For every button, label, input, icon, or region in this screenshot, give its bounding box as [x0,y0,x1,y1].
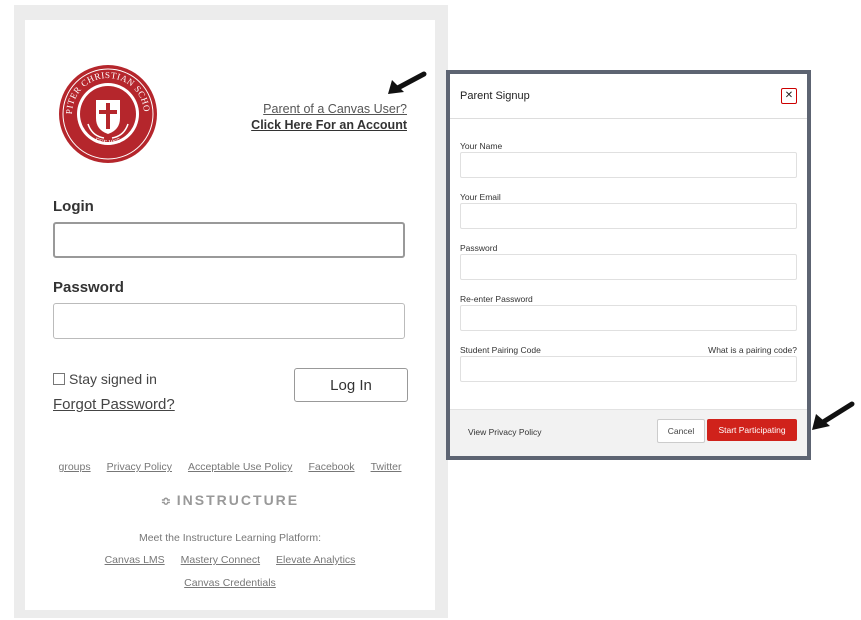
school-seal-icon: JUPITER CHRISTIAN SCHOOL EST 1965 [58,64,157,163]
instructure-icon: ≎ [160,494,171,508]
login-label: Login [53,198,94,215]
modal-footer: View Privacy Policy Cancel Start Partici… [450,409,807,456]
pairing-code-input[interactable] [460,356,797,382]
pairing-code-label: Student Pairing Code [460,345,541,355]
footer-link-acceptable-use[interactable]: Acceptable Use Policy [188,461,292,473]
start-participating-button[interactable]: Start Participating [707,419,797,441]
forgot-password-link[interactable]: Forgot Password? [53,396,175,413]
pointer-arrow-icon [388,71,427,94]
stay-signed-in[interactable]: Stay signed in [53,371,157,387]
platform-link-canvas-credentials[interactable]: Canvas Credentials [25,577,435,589]
password-label: Password [460,243,498,253]
instructure-wordmark: INSTRUCTURE [176,492,300,508]
reenter-password-input[interactable] [460,305,797,331]
platform-link-canvas-lms[interactable]: Canvas LMS [105,554,165,566]
email-input[interactable] [460,203,797,229]
name-input[interactable] [460,152,797,178]
login-panel-background: JUPITER CHRISTIAN SCHOOL EST 1965 Parent… [14,5,448,618]
platform-link-elevate-analytics[interactable]: Elevate Analytics [276,554,355,566]
login-card: JUPITER CHRISTIAN SCHOOL EST 1965 Parent… [25,20,435,610]
cancel-button[interactable]: Cancel [657,419,705,443]
footer-link-privacy[interactable]: Privacy Policy [107,461,172,473]
modal-body: Parent Signup ✕ Your Name Your Email Pas… [450,74,807,456]
password-input[interactable] [460,254,797,280]
view-privacy-policy-link[interactable]: View Privacy Policy [468,427,542,437]
meet-platform-text: Meet the Instructure Learning Platform: [138,532,322,544]
footer-links: groups Privacy Policy Acceptable Use Polic… [25,461,435,473]
footer-link-groups[interactable]: groups [59,461,91,473]
parent-signup-link[interactable]: Parent of a Canvas User? Click Here For … [251,101,407,133]
parent-link-line2[interactable]: Click Here For an Account [251,117,407,133]
password-label: Password [53,279,124,296]
password-input[interactable] [53,303,405,339]
parent-signup-modal: Parent Signup ✕ Your Name Your Email Pas… [446,70,811,460]
reenter-password-label: Re-enter Password [460,294,533,304]
close-icon[interactable]: ✕ [781,88,797,104]
footer-link-facebook[interactable]: Facebook [308,461,354,473]
pointer-arrow-icon [812,401,855,430]
platform-link-mastery-connect[interactable]: Mastery Connect [181,554,260,566]
name-label: Your Name [460,141,503,151]
stay-signed-in-label: Stay signed in [69,371,157,387]
parent-link-line1[interactable]: Parent of a Canvas User? [251,101,407,117]
modal-header: Parent Signup ✕ [450,74,807,119]
footer-link-twitter[interactable]: Twitter [371,461,402,473]
email-label: Your Email [460,192,501,202]
instructure-logo: ≎ INSTRUCTURE [25,492,435,508]
login-button[interactable]: Log In [294,368,408,402]
stay-signed-in-checkbox[interactable] [53,373,65,385]
pairing-code-help-link[interactable]: What is a pairing code? [708,345,797,355]
login-input[interactable] [53,222,405,258]
modal-title: Parent Signup [460,90,530,102]
platform-links: Canvas LMS Mastery Connect Elevate Analyti… [25,554,435,566]
